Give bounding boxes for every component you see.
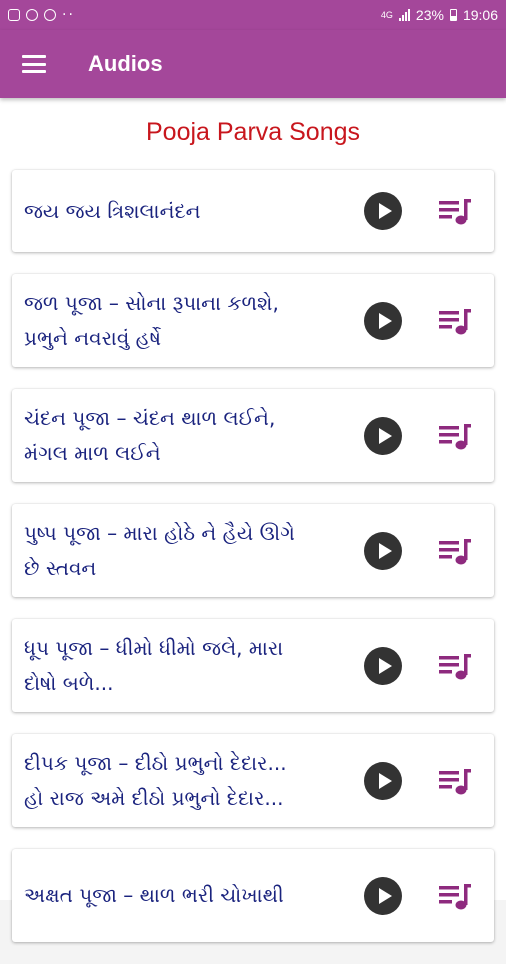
app-title: Audios (88, 51, 163, 76)
status-indicators: 4G 23% 19:06 (381, 7, 498, 23)
song-list: જય જય ત્રિશલાનંદન જળ પૂજા – સોના રૂપાના … (12, 170, 494, 964)
song-title: દીપક પૂજા – દીઠો પ્રભુનો દેદાર... હો રાજ… (24, 750, 287, 810)
song-card[interactable]: અક્ષત પૂજા – થાળ ભરી ચોખાથી (12, 849, 494, 942)
gallery-icon (8, 9, 20, 21)
playlist-icon[interactable] (438, 881, 472, 911)
playlist-icon[interactable] (438, 651, 472, 681)
song-title: જળ પૂજા – સોના રૂપાના કળશે, પ્રભુને નવરા… (24, 290, 279, 350)
song-card[interactable]: દીપક પૂજા – દીઠો પ્રભુનો દેદાર... હો રાજ… (12, 734, 494, 827)
playlist-icon[interactable] (438, 766, 472, 796)
battery-percent: 23% (415, 7, 444, 23)
status-notifications: ·· (8, 7, 75, 23)
app-icon (26, 9, 38, 21)
settings-icon (44, 9, 56, 21)
playlist-icon[interactable] (438, 536, 472, 566)
menu-icon[interactable] (22, 55, 46, 73)
clock: 19:06 (462, 7, 498, 23)
play-icon[interactable] (364, 416, 402, 455)
song-card[interactable]: ચંદન પૂજા – ચંદન થાળ લઈને, મંગલ માળ લઈને (12, 389, 494, 482)
playlist-icon[interactable] (438, 196, 472, 226)
play-icon[interactable] (364, 876, 402, 915)
song-card[interactable]: જય જય ત્રિશલાનંદન (12, 170, 494, 252)
song-card[interactable]: જળ પૂજા – સોના રૂપાના કળશે, પ્રભુને નવરા… (12, 274, 494, 367)
play-icon[interactable] (364, 192, 402, 230)
song-title: જય જય ત્રિશલાનંદન (24, 198, 201, 223)
section-title: Pooja Parva Songs (145, 118, 361, 146)
play-icon[interactable] (364, 301, 402, 340)
more-notifications-icon: ·· (62, 7, 75, 23)
network-type: 4G (380, 10, 393, 20)
song-title: અક્ષત પૂજા – થાળ ભરી ચોખાથી (24, 883, 284, 907)
song-title: ચંદન પૂજા – ચંદન થાળ લઈને, મંગલ માળ લઈને (24, 405, 276, 465)
play-icon[interactable] (364, 646, 402, 685)
song-card[interactable]: ધૂપ પૂજા – ધીમો ધીમો જલે, મારા દોષો બળે.… (12, 619, 494, 712)
content-area: Pooja Parva Songs જય જય ત્રિશલાનંદન જળ પ… (0, 98, 506, 942)
play-icon[interactable] (364, 761, 402, 800)
signal-icon (398, 9, 410, 21)
playlist-icon[interactable] (438, 306, 472, 336)
song-title: ધૂપ પૂજા – ધીમો ધીમો જલે, મારા દોષો બળે.… (24, 635, 284, 695)
song-title: પુષ્પ પૂજા – મારા હોઠે ને હૈયે ઊગે છે સ્… (24, 520, 295, 580)
play-icon[interactable] (364, 531, 402, 570)
battery-icon (449, 9, 457, 21)
playlist-icon[interactable] (438, 421, 472, 451)
status-bar: ·· 4G 23% 19:06 (0, 0, 506, 30)
song-card[interactable]: પુષ્પ પૂજા – મારા હોઠે ને હૈયે ઊગે છે સ્… (12, 504, 494, 597)
app-bar: Audios (0, 30, 506, 98)
